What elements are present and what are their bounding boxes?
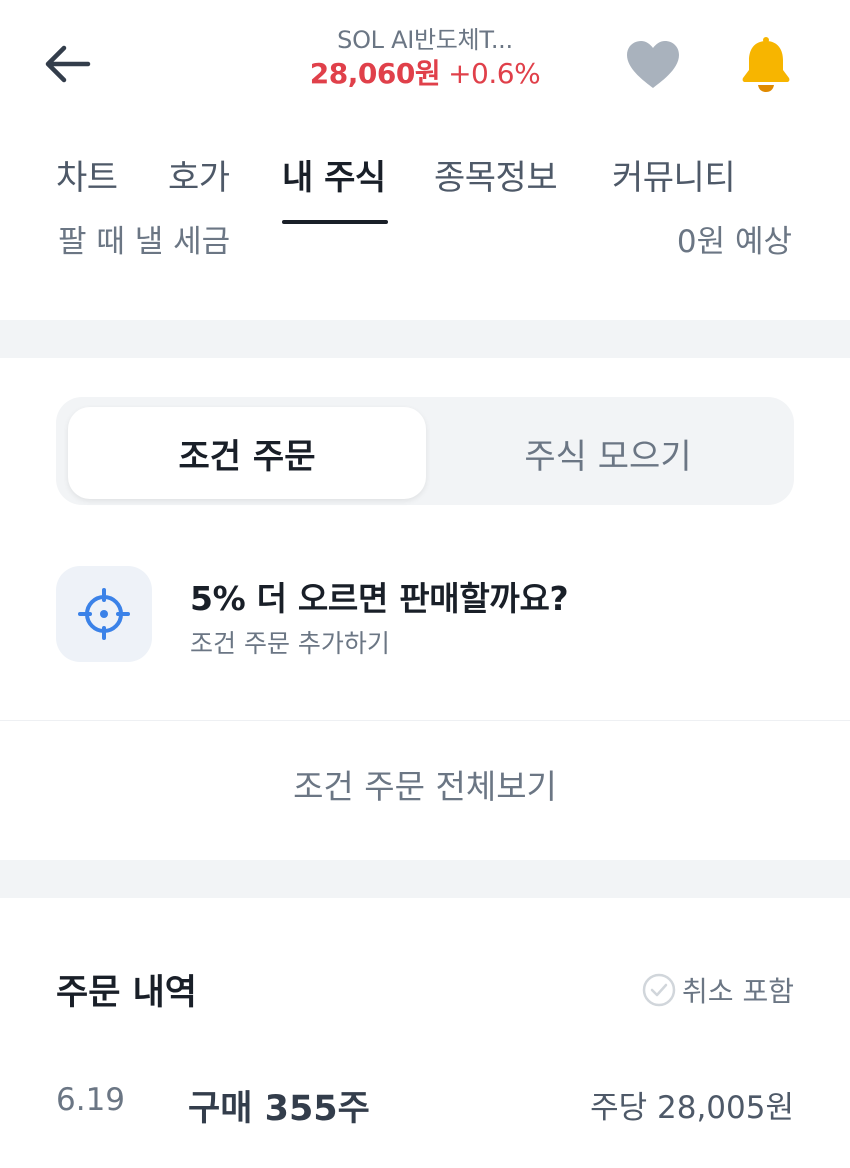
target-icon-tile xyxy=(56,566,152,662)
back-button[interactable] xyxy=(38,38,96,90)
order-date: 6.19 xyxy=(56,1082,126,1118)
notification-button[interactable] xyxy=(736,34,796,96)
suggestion-subtitle: 조건 주문 추가하기 xyxy=(190,629,390,658)
view-all-conditional-orders-button[interactable]: 조건 주문 전체보기 xyxy=(0,760,850,808)
tab-bar: 차트 호가 내 주식 종목정보 커뮤니티 xyxy=(0,140,850,224)
stock-price-line: 28,060원 +0.6% xyxy=(225,56,625,92)
order-history-title: 주문 내역 xyxy=(56,973,197,1013)
order-description: 구매 355주 xyxy=(188,1089,370,1129)
order-row[interactable]: 6.19 구매 355주 주당 28,005원 xyxy=(56,1080,794,1130)
check-circle-icon xyxy=(642,973,676,1007)
stock-name: SOL AI반도체T... xyxy=(337,26,513,54)
segment-conditional-order[interactable]: 조건 주문 xyxy=(68,407,426,499)
stock-change: +0.6% xyxy=(448,57,541,90)
sell-tax-row: 팔 때 낼 세금 0원 예상 xyxy=(0,218,850,264)
tab-chart[interactable]: 차트 xyxy=(56,150,118,199)
sell-tax-label: 팔 때 낼 세금 xyxy=(58,224,231,260)
include-cancelled-label: 취소 포함 xyxy=(682,975,794,1008)
list-divider xyxy=(0,720,850,721)
bell-icon xyxy=(742,37,790,92)
suggestion-title: 5% 더 오르면 판매할까요? xyxy=(190,579,569,618)
favorite-button[interactable] xyxy=(622,36,684,94)
target-icon xyxy=(78,588,130,640)
stock-title-block: SOL AI반도체T... 28,060원 +0.6% xyxy=(225,24,625,92)
stock-price: 28,060원 xyxy=(309,57,441,90)
conditional-order-suggestion[interactable]: 5% 더 오르면 판매할까요? 조건 주문 추가하기 xyxy=(56,566,794,666)
sell-tax-value: 0원 예상 xyxy=(676,224,792,260)
section-divider xyxy=(0,860,850,898)
section-divider xyxy=(0,320,850,358)
top-bar: SOL AI반도체T... 28,060원 +0.6% xyxy=(0,0,850,130)
tab-orderbook[interactable]: 호가 xyxy=(168,150,230,199)
include-cancelled-toggle[interactable]: 취소 포함 xyxy=(642,970,794,1010)
order-price-per-share: 주당 28,005원 xyxy=(590,1090,794,1126)
arrow-left-icon xyxy=(45,45,91,83)
segment-stock-accumulate[interactable]: 주식 모으기 xyxy=(434,407,782,499)
tab-stock-info[interactable]: 종목정보 xyxy=(434,150,558,199)
heart-icon xyxy=(627,41,679,88)
tab-community[interactable]: 커뮤니티 xyxy=(612,150,736,199)
tab-my-stock[interactable]: 내 주식 xyxy=(282,150,386,199)
order-type-segment: 조건 주문 주식 모으기 xyxy=(56,397,794,505)
